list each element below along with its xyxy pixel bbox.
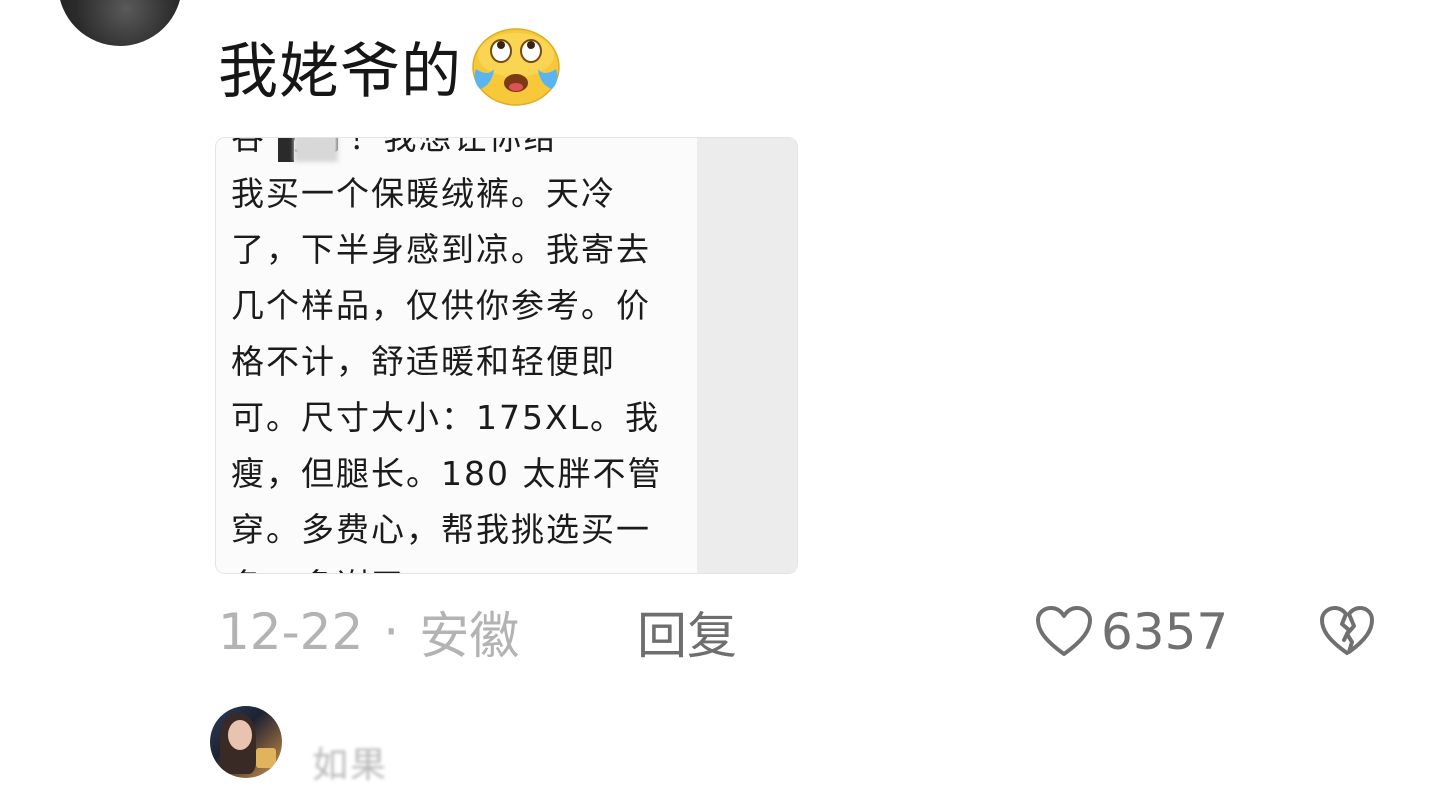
comment-location: 安徽 [419,607,520,665]
broken-heart-icon[interactable] [1318,602,1376,660]
letter-line: 几个样品，仅供你参考。价 [231,286,651,325]
handwritten-letter-text: 谷 你好！我想让你给 我买一个保暖绒裤。天冷 了，下半身感到凉。我寄去 几个样品… [231,138,701,573]
comment-text: 我姥爷的 [218,36,462,107]
letter-line: 了，下半身感到凉。我寄去 [231,230,651,269]
letter-line: 瘦，但腿长。180 太胖不管 [231,454,663,493]
avatar-light [256,748,276,768]
letter-line: 条。多谢了 [231,558,701,573]
reply-button[interactable]: 回复 [637,598,737,666]
letter-line: 穿。多费心，帮我挑选买一 [231,510,651,549]
attached-image[interactable]: 谷 你好！我想让你给 我买一个保暖绒裤。天冷 了，下半身感到凉。我寄去 几个样品… [215,137,798,574]
comment-body: 我姥爷的 [218,24,562,108]
like-button[interactable]: 6357 [1035,598,1228,666]
letter-line: 格不计，舒适暖和轻便即 [231,342,616,381]
letter-line: 我买一个保暖绒裤。天冷 [231,174,616,213]
letter-line: 可。尺寸大小：175XL。我 [231,398,660,437]
next-commenter-name[interactable]: 如果 [312,736,388,788]
comment-meta: 12-22 · 安徽 [218,598,519,666]
comment-thread: 我姥爷的 谷 你好！我想让你给 我买一个保暖绒裤。天冷 了，下半身感到凉。我寄去… [0,0,1440,810]
next-commenter-avatar[interactable] [210,706,282,778]
avatar-face [228,720,252,750]
comment-date: 12-22 [218,603,364,661]
redaction-blur [294,138,338,162]
heart-outline-icon [1036,606,1092,656]
meta-separator: · [383,603,400,661]
laughing-crying-emoji-icon [472,28,560,106]
image-edge [697,138,797,573]
commenter-avatar[interactable] [58,0,182,46]
redaction-mark [278,138,294,162]
like-count: 6357 [1101,603,1229,661]
